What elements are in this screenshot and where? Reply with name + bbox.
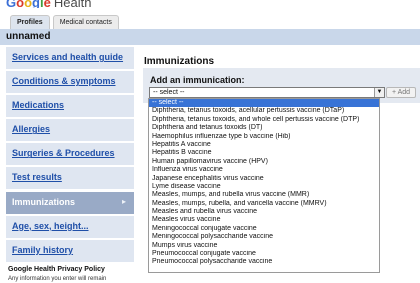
dropdown-option[interactable]: -- select -- — [149, 99, 379, 108]
tab-medical-contacts[interactable]: Medical contacts — [52, 15, 119, 29]
dropdown-option[interactable]: Pneumococcal conjugate vaccine — [149, 250, 379, 258]
sidebar-item-age-sex-height[interactable]: Age, sex, height... — [6, 215, 134, 238]
dropdown-option[interactable]: Diphtheria, tetanus toxoids, acellular p… — [149, 107, 379, 115]
page-title: Immunizations — [144, 56, 215, 67]
dropdown-option[interactable]: Influenza virus vaccine — [149, 166, 379, 174]
sidebar-item-family-history[interactable]: Family history — [6, 239, 134, 262]
tab-profiles[interactable]: Profiles — [10, 15, 50, 29]
dropdown-option[interactable]: Pneumococcal polysaccharide vaccine — [149, 258, 379, 266]
dropdown-option[interactable]: Hepatitis A vaccine — [149, 141, 379, 149]
dropdown-option[interactable]: Measles, mumps, rubella, and varicella v… — [149, 200, 379, 208]
dropdown-option[interactable]: Mumps virus vaccine — [149, 242, 379, 250]
logo-letter: o — [16, 0, 25, 8]
privacy-policy-title: Google Health Privacy Policy — [8, 266, 105, 273]
logo-letter: g — [32, 0, 40, 8]
privacy-policy-text: Any information you enter will remain — [8, 276, 107, 282]
dropdown-option[interactable]: Hepatitis B vaccine — [149, 149, 379, 157]
dropdown-option[interactable]: Human papillomavirus vaccine (HPV) — [149, 158, 379, 166]
arrow-right-icon: ▸ — [121, 196, 126, 206]
dropdown-option[interactable]: Meningococcal polysaccharide vaccine — [149, 233, 379, 241]
logo-letter: G — [6, 0, 17, 8]
immunization-select[interactable]: -- select -- ▼ — [149, 87, 385, 98]
dropdown-option[interactable]: Haemophilus influenzae type b vaccine (H… — [149, 133, 379, 141]
add-button[interactable]: + Add — [386, 87, 416, 98]
sidebar-item-immunizations[interactable]: Immunizations ▸ — [6, 191, 134, 214]
immunization-options-list[interactable]: -- select -- Diphtheria, tetanus toxoids… — [148, 98, 380, 273]
profile-name: unnamed — [6, 31, 51, 42]
dropdown-option[interactable]: Measles, mumps, and rubella virus vaccin… — [149, 191, 379, 199]
sidebar-item-allergies[interactable]: Allergies — [6, 119, 134, 142]
sidebar-item-surgeries[interactable]: Surgeries & Procedures — [6, 143, 134, 166]
profile-header: unnamed — [0, 29, 420, 45]
dropdown-option[interactable]: Measles and rubella virus vaccine — [149, 208, 379, 216]
dropdown-option[interactable]: Japanese encephalitis virus vaccine — [149, 175, 379, 183]
dropdown-option[interactable]: Lyme disease vaccine — [149, 183, 379, 191]
logo-letter: e — [43, 0, 51, 8]
sidebar-item-test-results[interactable]: Test results — [6, 167, 134, 190]
add-immunization-label: Add an immunication: — [150, 75, 245, 85]
sidebar-item-conditions[interactable]: Conditions & symptoms — [6, 71, 134, 94]
dropdown-option[interactable]: Diphtheria and tetanus toxoids (DT) — [149, 124, 379, 132]
sidebar-item-medications[interactable]: Medications — [6, 95, 134, 118]
sidebar-item-label: Immunizations — [12, 196, 76, 207]
top-tabs: Profiles Medical contacts — [10, 15, 119, 29]
logo-word: Health — [53, 0, 92, 8]
dropdown-option[interactable]: Measles virus vaccine — [149, 216, 379, 224]
select-value: -- select -- — [153, 89, 185, 96]
sidebar-item-services[interactable]: Services and health guide — [6, 47, 134, 69]
dropdown-option[interactable]: Meningococcal conjugate vaccine — [149, 225, 379, 233]
dropdown-option[interactable]: Diphtheria, tetanus toxoids, and whole c… — [149, 116, 379, 124]
logo-letter: o — [24, 0, 33, 8]
google-health-logo[interactable]: Google Health — [6, 0, 91, 8]
sidebar-nav: Services and health guide Conditions & s… — [6, 47, 134, 264]
chevron-down-icon[interactable]: ▼ — [374, 88, 384, 97]
